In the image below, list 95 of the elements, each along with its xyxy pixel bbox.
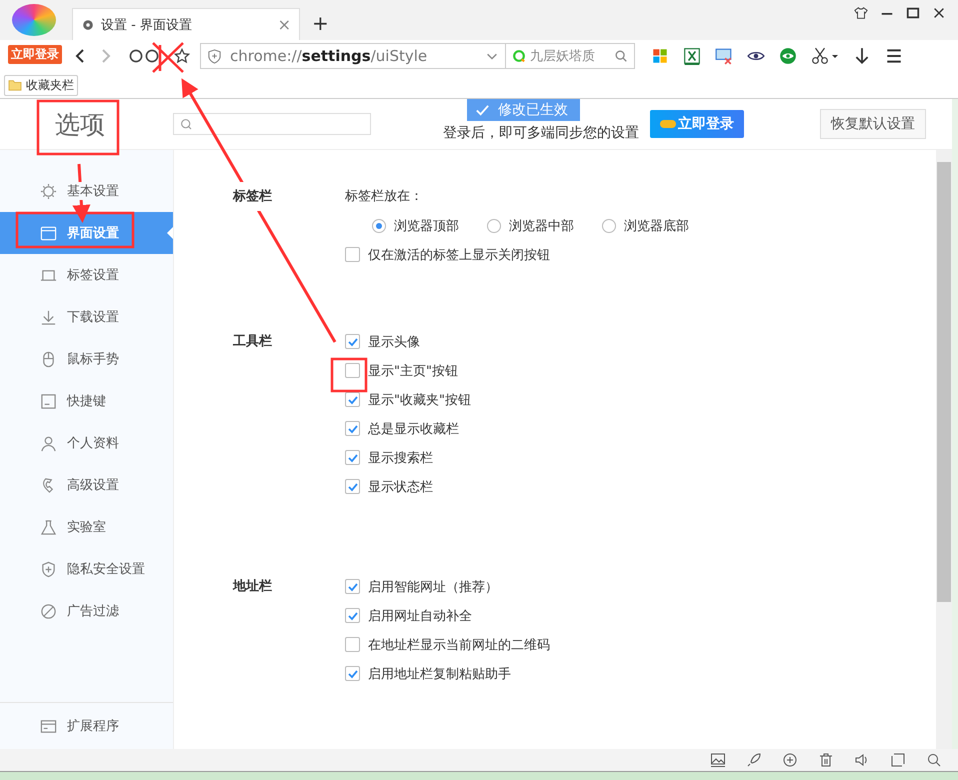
checkbox[interactable] xyxy=(345,421,360,436)
bookmark-label: 收藏夹栏 xyxy=(26,76,74,94)
gear-icon xyxy=(81,18,95,32)
radio-label: 浏览器中部 xyxy=(509,218,574,234)
menu-icon[interactable] xyxy=(885,47,903,65)
checkbox-label: 启用智能网址（推荐） xyxy=(368,578,498,596)
sidebar-item[interactable]: 个人资料 xyxy=(0,422,173,464)
checkbox[interactable] xyxy=(345,479,360,494)
maximize-icon[interactable] xyxy=(906,6,920,20)
star-icon[interactable] xyxy=(174,48,190,64)
download-icon xyxy=(40,308,57,326)
download-icon[interactable] xyxy=(853,47,871,65)
mouse-icon xyxy=(40,350,57,368)
checkbox[interactable] xyxy=(345,334,360,349)
person-icon xyxy=(40,434,57,452)
checkbox-label: 显示"主页"按钮 xyxy=(368,362,458,380)
shield-icon xyxy=(207,48,222,64)
setting-label: 标签栏放在： xyxy=(345,188,423,206)
screen-icon[interactable] xyxy=(715,47,733,65)
browser-tab[interactable]: 设置 - 界面设置 × xyxy=(72,8,300,40)
checkbox[interactable] xyxy=(345,450,360,465)
tab-title: 设置 - 界面设置 xyxy=(101,16,193,34)
spreadsheet-icon[interactable] xyxy=(683,47,701,65)
checkbox[interactable] xyxy=(345,392,360,407)
url-text: chrome://settings/uiStyle xyxy=(230,47,428,65)
radio-button[interactable] xyxy=(372,218,386,232)
bookmark-folder[interactable]: 收藏夹栏 xyxy=(4,74,78,96)
radio-label: 浏览器底部 xyxy=(624,218,689,234)
checkbox[interactable] xyxy=(345,579,360,594)
sidebar-item[interactable]: 快捷键 xyxy=(0,380,173,422)
checkbox-label: 显示搜索栏 xyxy=(368,450,433,466)
sidebar-item[interactable]: 鼠标手势 xyxy=(0,338,173,380)
close-icon[interactable] xyxy=(932,6,946,20)
radio-button[interactable] xyxy=(487,218,501,232)
checkbox-label: 总是显示收藏栏 xyxy=(368,420,459,438)
search-icon xyxy=(180,118,193,130)
scrollbar[interactable] xyxy=(936,150,952,749)
new-tab-button[interactable]: + xyxy=(312,11,329,35)
section-title: 标签栏 xyxy=(233,182,272,211)
options-title: 选项 xyxy=(55,108,105,140)
checkbox-label: 显示头像 xyxy=(368,334,420,350)
shirt-icon[interactable] xyxy=(854,6,868,20)
sidebar-item[interactable]: 实验室 xyxy=(0,506,173,548)
checkbox[interactable] xyxy=(345,247,360,262)
sidebar-item[interactable]: 基本设置 xyxy=(0,170,173,212)
radio-option[interactable]: 浏览器中部 xyxy=(487,216,574,234)
gear-icon xyxy=(40,182,57,200)
radio-option[interactable]: 浏览器底部 xyxy=(602,216,689,234)
check-icon xyxy=(475,102,490,118)
window-icon xyxy=(40,224,57,242)
browser-logo-icon[interactable] xyxy=(12,4,56,36)
image-icon[interactable] xyxy=(710,752,726,768)
search-value: 九层妖塔质 xyxy=(530,48,596,65)
checkbox-label: 显示"收藏夹"按钮 xyxy=(368,392,471,408)
block-icon xyxy=(40,602,57,620)
shield-icon xyxy=(40,560,57,578)
checkbox-label: 显示状态栏 xyxy=(368,478,433,496)
grid-icon[interactable] xyxy=(651,47,669,65)
window-icon[interactable] xyxy=(890,752,906,768)
checkbox[interactable] xyxy=(345,363,360,378)
close-tab-button[interactable]: × xyxy=(278,15,291,34)
search-engine-icon xyxy=(512,49,526,63)
annotation-box xyxy=(330,358,368,392)
radio-label: 浏览器顶部 xyxy=(394,218,459,234)
checkbox[interactable] xyxy=(345,608,360,623)
trash-icon[interactable] xyxy=(818,752,834,768)
sidebar-item[interactable]: 高级设置 xyxy=(0,464,173,506)
checkbox-label: 仅在激活的标签上显示关闭按钮 xyxy=(368,246,550,264)
search-box[interactable]: 九层妖塔质 xyxy=(505,43,635,69)
reset-defaults-button[interactable]: 恢复默认设置 xyxy=(820,109,926,139)
search-icon[interactable] xyxy=(614,49,628,63)
sidebar-item[interactable]: 标签设置 xyxy=(0,254,173,296)
settings-search-field[interactable] xyxy=(173,113,371,135)
sidebar-item[interactable]: 下载设置 xyxy=(0,296,173,338)
folder-icon xyxy=(8,79,22,91)
extension-icon xyxy=(40,718,57,734)
flask-icon xyxy=(40,518,57,536)
checkbox-label: 启用网址自动补全 xyxy=(368,608,472,624)
radio-button[interactable] xyxy=(602,218,616,232)
radio-option[interactable]: 浏览器顶部 xyxy=(372,216,459,234)
login-button[interactable]: 立即登录 xyxy=(650,110,744,138)
keyboard-icon xyxy=(40,392,57,410)
search-icon[interactable] xyxy=(926,752,942,768)
caret-icon[interactable] xyxy=(831,52,839,60)
checkbox[interactable] xyxy=(345,637,360,652)
checkbox[interactable] xyxy=(345,666,360,681)
checkbox-label: 在地址栏显示当前网址的二维码 xyxy=(368,636,550,654)
sidebar-item[interactable]: 广告过滤 xyxy=(0,590,173,632)
address-bar[interactable]: chrome://settings/uiStyle xyxy=(200,43,506,69)
sync-hint: 登录后，即可多端同步您的设置 xyxy=(443,124,639,142)
cross-mark xyxy=(152,42,184,74)
checkbox-label: 启用地址栏复制粘贴助手 xyxy=(368,666,511,682)
sidebar-item[interactable]: 隐私安全设置 xyxy=(0,548,173,590)
toast-text: 修改已生效 xyxy=(498,101,568,119)
scissors-icon[interactable] xyxy=(811,47,829,65)
